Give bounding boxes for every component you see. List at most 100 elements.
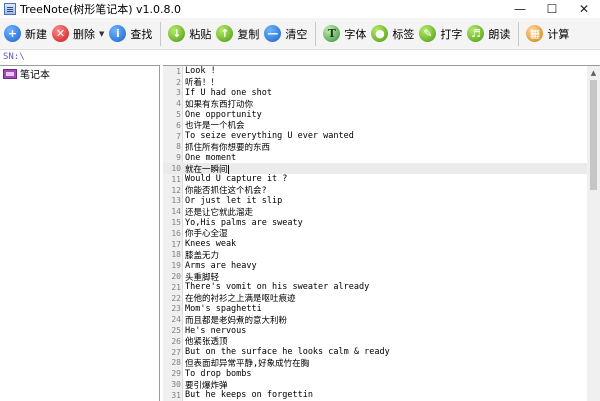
copy-label: 复制: [237, 27, 260, 41]
minimize-button[interactable]: —: [504, 0, 536, 18]
editor-lines: 1 Look ! 2 听着！！ 3 If U had one shot 4 如果有东西打动你 5…: [163, 66, 587, 401]
editor-line[interactable]: 28 但表面却异常平静,好象成竹在胸: [163, 358, 587, 369]
editor-line[interactable]: 4 如果有东西打动你: [163, 98, 587, 110]
editor-line[interactable]: 6 也许是一个机会: [163, 120, 587, 132]
line-text: 你能否抓住这个机会?: [185, 186, 267, 197]
editor-line[interactable]: 24 而且都是老妈煮的意大利粉: [163, 314, 587, 326]
editor-line[interactable]: 20 头重脚轻: [163, 271, 587, 283]
line-number: 28: [171, 358, 181, 368]
toolbar: + 新建 ✕ 删除 ▼ i 查找 ↓ 粘贴 ↑ 复制 — 清空 T 字体 ● 标…: [0, 18, 600, 50]
editor-line[interactable]: 2 听着！！: [163, 77, 587, 89]
line-text: One opportunity: [185, 109, 262, 120]
speaker-icon: ♬: [467, 25, 485, 42]
line-number: 31: [171, 390, 181, 400]
calc-button[interactable]: ▦ 计算: [524, 20, 572, 48]
close-button[interactable]: ✕: [568, 0, 600, 18]
editor-line[interactable]: 25 He's nervous: [163, 325, 587, 336]
editor-line[interactable]: 12 你能否抓住这个机会?: [163, 185, 587, 197]
title-bar: TreeNote(树形笔记本) v1.0.8.0 — ☐ ✕: [0, 0, 600, 18]
line-number: 10: [171, 164, 181, 174]
editor-line[interactable]: 27 But on the surface he looks calm & rea…: [163, 347, 587, 358]
copy-button[interactable]: ↑ 复制: [214, 20, 262, 48]
tree-item-label: 笔记本: [20, 70, 50, 81]
editor-line[interactable]: 23 Mom's spaghetti: [163, 304, 587, 315]
line-number: 24: [171, 315, 181, 325]
line-number: 17: [171, 239, 181, 249]
editor-line[interactable]: 1 Look !: [163, 66, 587, 77]
read-label: 朗读: [488, 27, 511, 41]
editor-line[interactable]: 10 就在一瞬间: [163, 163, 587, 175]
path-bar: SN:\: [0, 51, 600, 65]
line-text: Would U capture it ?: [185, 174, 288, 185]
line-text: 膝盖无力: [185, 250, 220, 261]
text-cursor: [227, 164, 229, 174]
maximize-button[interactable]: ☐: [536, 0, 568, 18]
toolbar-separator: [160, 21, 162, 46]
clear-button[interactable]: — 清空: [262, 20, 310, 48]
line-text: 他紧张透顶: [185, 337, 228, 348]
line-number: 3: [176, 88, 181, 98]
line-number: 16: [171, 228, 181, 238]
vertical-scrollbar[interactable]: ▲: [587, 65, 600, 401]
tree-item-root[interactable]: 笔记本: [0, 67, 159, 81]
line-number: 14: [171, 207, 181, 217]
line-number: 20: [171, 272, 181, 282]
editor-line[interactable]: 9 One moment: [163, 152, 587, 163]
line-text: Mom's spaghetti: [185, 303, 262, 314]
editor-line[interactable]: 3 If U had one shot: [163, 88, 587, 99]
delete-x-icon: ✕: [52, 25, 69, 42]
clear-label: 清空: [285, 27, 308, 41]
window-title: TreeNote(树形笔记本) v1.0.8.0: [20, 3, 182, 16]
line-number: 7: [176, 131, 181, 141]
scroll-up-icon[interactable]: ▲: [587, 66, 600, 79]
line-number: 5: [176, 110, 181, 120]
line-number: 26: [171, 336, 181, 346]
window-controls: — ☐ ✕: [504, 0, 600, 18]
plus-icon: +: [4, 25, 21, 42]
line-text: He's nervous: [185, 325, 247, 336]
editor-line[interactable]: 21 There's vomit on his sweater already: [163, 282, 587, 293]
editor-line[interactable]: 13 Or just let it slip: [163, 196, 587, 207]
line-text: Knees weak: [185, 239, 237, 250]
calc-label: 计算: [547, 27, 570, 41]
line-text: 抓住所有你想要的东西: [185, 142, 271, 153]
line-text: 在他的衬衫之上满是呕吐痕迹: [185, 294, 296, 305]
notebook-tree[interactable]: 笔记本: [0, 65, 160, 401]
new-button[interactable]: + 新建: [2, 20, 50, 48]
find-button[interactable]: i 查找: [107, 20, 155, 48]
editor-line[interactable]: 8 抓住所有你想要的东西: [163, 142, 587, 153]
editor-line[interactable]: 18 膝盖无力: [163, 250, 587, 261]
editor-line[interactable]: 7 To seize everything U ever wanted: [163, 131, 587, 142]
line-number: 12: [171, 185, 181, 195]
delete-button[interactable]: ✕ 删除 ▼: [50, 20, 107, 48]
notebook-icon: [3, 68, 17, 79]
editor-line[interactable]: 14 还是让它就此溜走: [163, 206, 587, 218]
line-text: 就在一瞬间: [185, 164, 229, 175]
editor-line[interactable]: 31 But he keeps on forgettin: [163, 390, 587, 401]
text-editor[interactable]: 1 Look ! 2 听着！！ 3 If U had one shot 4 如果有东西打动你 5…: [163, 65, 587, 401]
font-button[interactable]: T 字体: [321, 20, 369, 48]
line-text: To seize everything U ever wanted: [185, 131, 354, 142]
line-text: 如果有东西打动你: [185, 99, 254, 110]
editor-line[interactable]: 16 你手心全湿: [163, 228, 587, 240]
editor-line[interactable]: 22 在他的衬衫之上满是呕吐痕迹: [163, 293, 587, 305]
editor-line[interactable]: 29 To drop bombs: [163, 368, 587, 379]
line-number: 6: [176, 120, 181, 130]
paste-button[interactable]: ↓ 粘贴: [166, 20, 214, 48]
editor-line[interactable]: 5 One opportunity: [163, 109, 587, 120]
editor-line[interactable]: 26 他紧张透顶: [163, 336, 587, 348]
read-button[interactable]: ♬ 朗读: [465, 20, 513, 48]
line-number: 18: [171, 250, 181, 260]
line-text: 头重脚轻: [185, 272, 220, 283]
editor-line[interactable]: 15 Yo,His palms are sweaty: [163, 217, 587, 228]
tag-button[interactable]: ● 标签: [369, 20, 417, 48]
dropdown-arrow-icon[interactable]: ▼: [99, 30, 104, 38]
minimize-icon: —: [514, 2, 526, 16]
type-button[interactable]: ✎ 打字: [417, 20, 465, 48]
editor-line[interactable]: 11 Would U capture it ?: [163, 174, 587, 185]
scrollbar-thumb[interactable]: [590, 80, 597, 190]
editor-line[interactable]: 19 Arms are heavy: [163, 260, 587, 271]
editor-line[interactable]: 30 要引爆炸弹: [163, 379, 587, 391]
line-text: 要引爆炸弹: [185, 380, 228, 391]
editor-line[interactable]: 17 Knees weak: [163, 239, 587, 250]
